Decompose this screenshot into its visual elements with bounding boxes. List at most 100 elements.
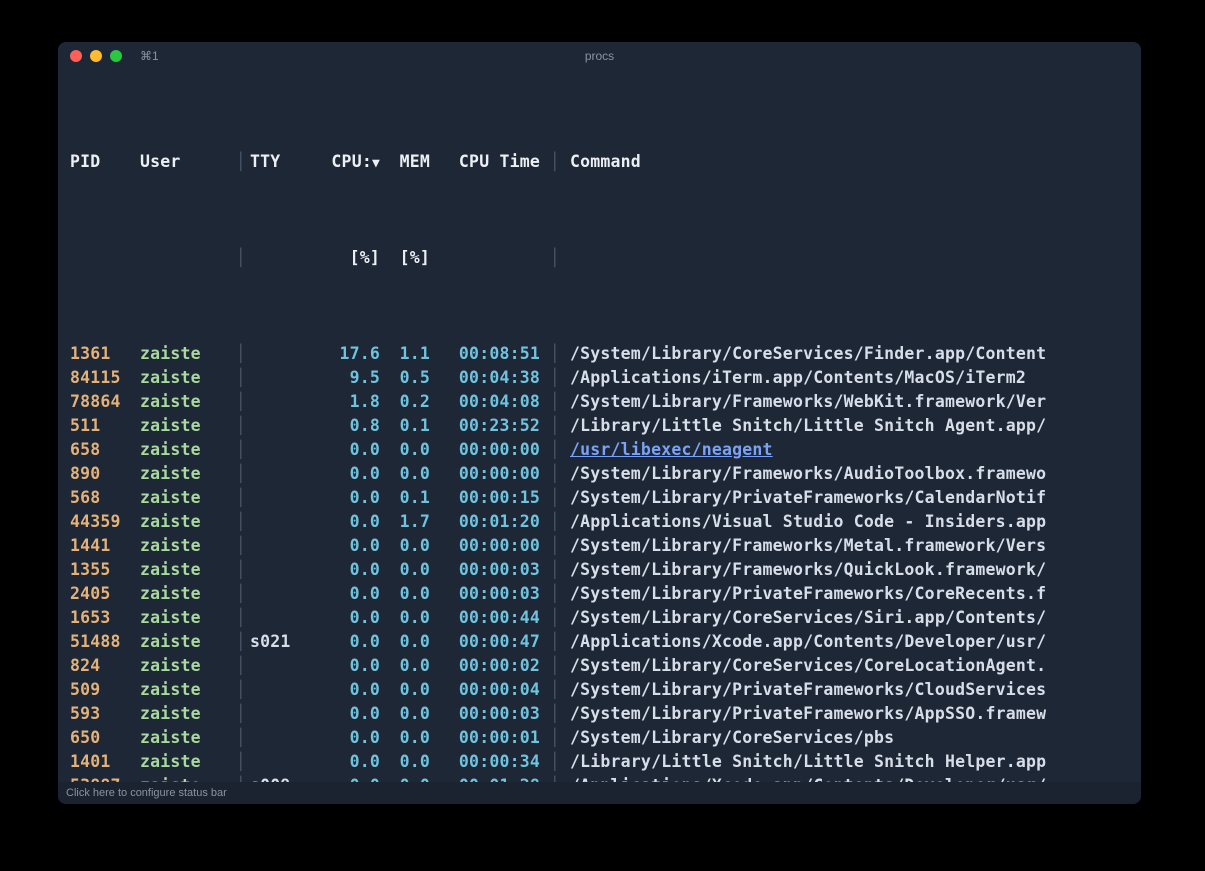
col-header-user[interactable]: User: [140, 150, 232, 174]
cell-pid: 2405: [70, 582, 140, 606]
cell-cpu: 0.0: [314, 630, 380, 654]
table-row[interactable]: 650zaiste│0.00.000:00:01│/System/Library…: [70, 726, 1129, 750]
status-bar[interactable]: Click here to configure status bar: [58, 782, 1141, 804]
cell-user: zaiste: [140, 438, 232, 462]
cell-command: /System/Library/CoreServices/Finder.app/…: [570, 342, 1129, 366]
table-row[interactable]: 593zaiste│0.00.000:00:03│/System/Library…: [70, 702, 1129, 726]
cell-tty: [250, 510, 314, 534]
cell-tty: [250, 558, 314, 582]
table-row[interactable]: 1653zaiste│0.00.000:00:44│/System/Librar…: [70, 606, 1129, 630]
cell-time: 00:00:44: [430, 606, 540, 630]
tab-label[interactable]: ⌘1: [140, 49, 159, 63]
cell-time: 00:00:04: [430, 678, 540, 702]
cell-pid: 1361: [70, 342, 140, 366]
table-row[interactable]: 1361zaiste│17.61.100:08:51│/System/Libra…: [70, 342, 1129, 366]
table-row[interactable]: 568zaiste│0.00.100:00:15│/System/Library…: [70, 486, 1129, 510]
table-row[interactable]: 511zaiste│0.80.100:23:52│/Library/Little…: [70, 414, 1129, 438]
column-separator: │: [232, 390, 250, 414]
cell-cpu: 0.0: [314, 654, 380, 678]
cell-command: /System/Library/Frameworks/QuickLook.fra…: [570, 558, 1129, 582]
col-header-mem[interactable]: MEM: [380, 150, 430, 174]
table-row[interactable]: 44359zaiste│0.01.700:01:20│/Applications…: [70, 510, 1129, 534]
table-row[interactable]: 658zaiste│0.00.000:00:00│/usr/libexec/ne…: [70, 438, 1129, 462]
table-row[interactable]: 84115zaiste│9.50.500:04:38│/Applications…: [70, 366, 1129, 390]
table-row[interactable]: 1355zaiste│0.00.000:00:03│/System/Librar…: [70, 558, 1129, 582]
cell-user: zaiste: [140, 342, 232, 366]
cell-command: /Applications/iTerm.app/Contents/MacOS/i…: [570, 366, 1129, 390]
zoom-icon[interactable]: [110, 50, 122, 62]
table-row[interactable]: 1441zaiste│0.00.000:00:00│/System/Librar…: [70, 534, 1129, 558]
col-header-pid[interactable]: PID: [70, 150, 140, 174]
cell-mem: 1.1: [380, 342, 430, 366]
column-separator: │: [232, 510, 250, 534]
cell-tty: [250, 390, 314, 414]
cell-tty: [250, 366, 314, 390]
table-row[interactable]: 824zaiste│0.00.000:00:02│/System/Library…: [70, 654, 1129, 678]
minimize-icon[interactable]: [90, 50, 102, 62]
cell-cpu: 9.5: [314, 366, 380, 390]
cell-command: /Library/Little Snitch/Little Snitch Hel…: [570, 750, 1129, 774]
table-row[interactable]: 78864zaiste│1.80.200:04:08│/System/Libra…: [70, 390, 1129, 414]
table-row[interactable]: 51488zaiste│s0210.00.000:00:47│/Applicat…: [70, 630, 1129, 654]
cell-command[interactable]: /usr/libexec/neagent: [570, 438, 1129, 462]
column-separator: │: [232, 750, 250, 774]
cell-mem: 0.0: [380, 438, 430, 462]
cell-user: zaiste: [140, 390, 232, 414]
cell-command: /System/Library/CoreServices/CoreLocatio…: [570, 654, 1129, 678]
cell-cpu: 0.0: [314, 438, 380, 462]
cell-tty: [250, 654, 314, 678]
column-separator: │: [232, 438, 250, 462]
column-separator: │: [540, 366, 570, 390]
column-separator: │: [232, 414, 250, 438]
cell-time: 00:00:15: [430, 486, 540, 510]
cell-time: 00:00:34: [430, 750, 540, 774]
cell-tty: [250, 414, 314, 438]
cell-mem: 0.0: [380, 558, 430, 582]
cell-mem: 0.1: [380, 414, 430, 438]
table-row[interactable]: 1401zaiste│0.00.000:00:34│/Library/Littl…: [70, 750, 1129, 774]
cell-time: 00:00:01: [430, 726, 540, 750]
column-separator: │: [232, 582, 250, 606]
cell-pid: 78864: [70, 390, 140, 414]
close-icon[interactable]: [70, 50, 82, 62]
col-header-time[interactable]: CPU Time: [430, 150, 540, 174]
cell-user: zaiste: [140, 558, 232, 582]
column-separator: │: [540, 750, 570, 774]
column-separator: │: [540, 246, 570, 270]
col-header-cpu-unit: [%]: [314, 246, 380, 270]
cell-mem: 0.0: [380, 630, 430, 654]
col-header-command[interactable]: Command: [570, 150, 1129, 174]
cell-command: /System/Library/PrivateFrameworks/CloudS…: [570, 678, 1129, 702]
column-separator: │: [232, 366, 250, 390]
cell-pid: 650: [70, 726, 140, 750]
column-separator: │: [232, 246, 250, 270]
cell-cpu: 0.0: [314, 462, 380, 486]
column-separator: │: [232, 558, 250, 582]
cell-cpu: 0.8: [314, 414, 380, 438]
cell-mem: 0.0: [380, 750, 430, 774]
col-header-mem-unit: [%]: [380, 246, 430, 270]
cell-tty: s021: [250, 630, 314, 654]
column-separator: │: [232, 630, 250, 654]
cell-user: zaiste: [140, 678, 232, 702]
cell-time: 00:04:38: [430, 366, 540, 390]
cell-command: /System/Library/Frameworks/WebKit.framew…: [570, 390, 1129, 414]
column-separator: │: [232, 678, 250, 702]
column-separator: │: [540, 534, 570, 558]
table-row[interactable]: 509zaiste│0.00.000:00:04│/System/Library…: [70, 678, 1129, 702]
terminal-body[interactable]: PID User │ TTY CPU:▼ MEM CPU Time │ Comm…: [58, 70, 1141, 804]
table-row[interactable]: 2405zaiste│0.00.000:00:03│/System/Librar…: [70, 582, 1129, 606]
cell-time: 00:00:47: [430, 630, 540, 654]
col-header-tty[interactable]: TTY: [250, 150, 314, 174]
statusbar-text: Click here to configure status bar: [66, 787, 227, 799]
cell-pid: 511: [70, 414, 140, 438]
cell-user: zaiste: [140, 486, 232, 510]
cell-time: 00:00:03: [430, 702, 540, 726]
header-sub-row: │ [%] [%] │: [70, 246, 1129, 270]
titlebar: ⌘1 procs: [58, 42, 1141, 70]
column-separator: │: [540, 702, 570, 726]
cell-time: 00:01:20: [430, 510, 540, 534]
col-header-cpu[interactable]: CPU:▼: [314, 150, 380, 174]
table-row[interactable]: 890zaiste│0.00.000:00:00│/System/Library…: [70, 462, 1129, 486]
cell-user: zaiste: [140, 534, 232, 558]
